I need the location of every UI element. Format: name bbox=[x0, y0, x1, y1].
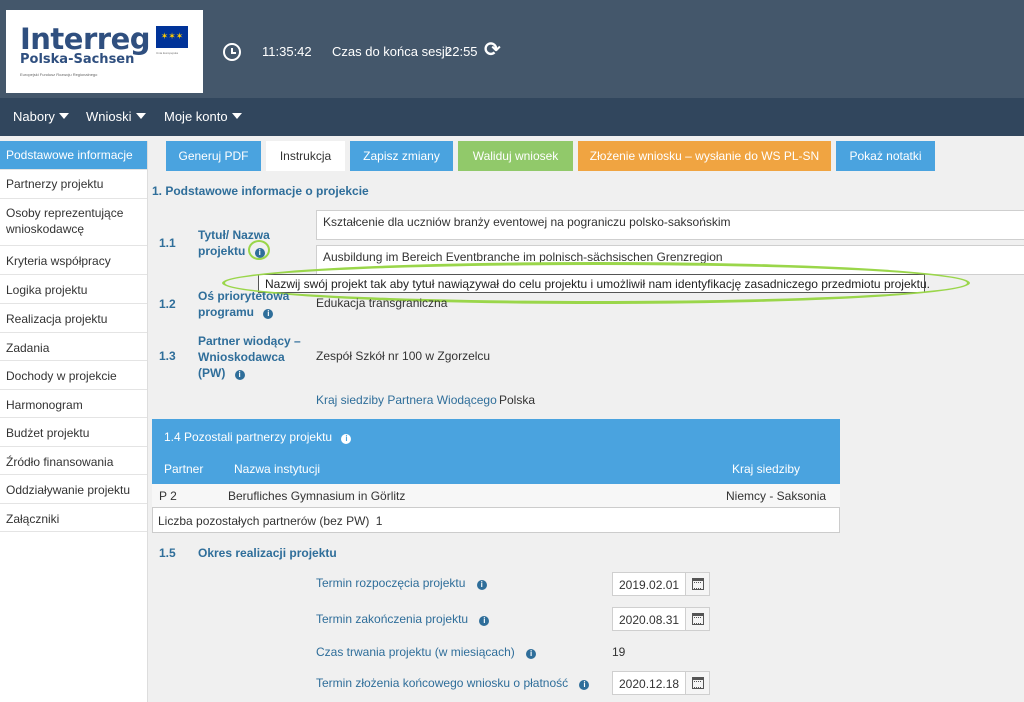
start-date-field[interactable]: 2019.02.01 bbox=[612, 572, 710, 596]
section-number-1-5: 1.5 bbox=[159, 546, 176, 560]
calendar-icon[interactable] bbox=[685, 608, 709, 630]
sidebar-item-budzet[interactable]: Budżet projektu bbox=[0, 418, 147, 447]
eu-label: Unia Europejska bbox=[156, 51, 179, 55]
submit-application-button[interactable]: Złożenie wniosku – wysłanie do WS PL-SN bbox=[578, 141, 831, 171]
clock-time: 11:35:42 bbox=[262, 44, 312, 59]
sidebar-item-zadania[interactable]: Zadania bbox=[0, 333, 147, 361]
instruction-button[interactable]: Instrukcja bbox=[266, 141, 345, 171]
nav-nabory[interactable]: Nabory bbox=[13, 109, 69, 124]
caret-down-icon bbox=[231, 113, 242, 119]
save-button[interactable]: Zapisz zmiany bbox=[350, 141, 453, 171]
calendar-icon[interactable] bbox=[685, 672, 709, 694]
info-icon[interactable]: i bbox=[479, 616, 490, 626]
sidebar-item-podstawowe-informacje[interactable]: Podstawowe informacje bbox=[0, 141, 147, 170]
partners-table-header: 1.4 Pozostali partnerzy projektu i Partn… bbox=[152, 419, 840, 484]
info-icon[interactable]: i bbox=[526, 649, 537, 659]
info-icon[interactable]: i bbox=[263, 309, 274, 319]
duration-label: Czas trwania projektu (w miesiącach) i bbox=[316, 645, 537, 659]
period-title: Okres realizacji projektu bbox=[198, 546, 337, 560]
info-icon[interactable]: i bbox=[234, 370, 245, 380]
sidebar-item-partnerzy[interactable]: Partnerzy projektu bbox=[0, 170, 147, 199]
sidebar-item-harmonogram[interactable]: Harmonogram bbox=[0, 390, 147, 418]
col-header-country: Kraj siedziby bbox=[732, 462, 801, 476]
show-notes-button[interactable]: Pokaż notatki bbox=[836, 141, 935, 171]
sidebar-item-logika[interactable]: Logika projektu bbox=[0, 275, 147, 304]
start-date-label: Termin rozpoczęcia projektu i bbox=[316, 576, 487, 590]
priority-axis-label: Oś priorytetowa programu i bbox=[198, 289, 290, 319]
info-highlight-circle bbox=[248, 240, 270, 260]
sidebar-item-dochody[interactable]: Dochody w projekcie bbox=[0, 361, 147, 390]
refresh-icon[interactable]: ⟳ bbox=[484, 40, 501, 60]
sidebar-item-osoby[interactable]: Osoby reprezentujące wnioskodawcę bbox=[0, 199, 147, 246]
logo-subtitle: Polska-Sachsen bbox=[20, 52, 135, 67]
partners-section-title: 1.4 Pozostali partnerzy projektu bbox=[164, 430, 333, 444]
info-icon[interactable]: i bbox=[579, 680, 590, 690]
section-title: 1. Podstawowe informacje o projekcie bbox=[152, 184, 369, 198]
generate-pdf-button[interactable]: Generuj PDF bbox=[166, 141, 261, 171]
info-icon[interactable]: i bbox=[341, 434, 352, 444]
logo-tagline: Europejski Fundusz Rozwoju Regionalnego bbox=[20, 72, 98, 77]
priority-axis-value: Edukacja transgraniczna bbox=[316, 296, 448, 310]
clock-icon bbox=[223, 43, 241, 61]
main-nav: Nabory Wnioski Moje konto bbox=[0, 98, 1024, 136]
logo-title: Interreg bbox=[20, 22, 151, 56]
validate-button[interactable]: Waliduj wniosek bbox=[458, 141, 573, 171]
col-header-name: Nazwa instytucji bbox=[234, 462, 321, 476]
duration-value: 19 bbox=[612, 645, 626, 659]
calendar-icon[interactable] bbox=[685, 573, 709, 595]
session-time: 22:55 bbox=[445, 44, 478, 59]
sidebar-item-realizacja[interactable]: Realizacja projektu bbox=[0, 304, 147, 333]
final-payment-date-field[interactable]: 2020.12.18 bbox=[612, 671, 710, 695]
nav-wnioski[interactable]: Wnioski bbox=[86, 109, 146, 124]
sidebar-item-zalaczniki[interactable]: Załączniki bbox=[0, 504, 147, 532]
sidebar-item-kryteria[interactable]: Kryteria współpracy bbox=[0, 246, 147, 275]
caret-down-icon bbox=[58, 113, 69, 119]
col-header-partner: Partner bbox=[164, 462, 204, 476]
title-pl-input[interactable]: Kształcenie dla uczniów branży eventowej… bbox=[316, 210, 1024, 240]
lead-partner-value: Zespół Szkół nr 100 w Zgorzelcu bbox=[316, 349, 491, 363]
row-country: Niemcy - Saksonia bbox=[726, 489, 827, 503]
row-partner: P 2 bbox=[159, 489, 177, 503]
final-payment-date-label: Termin złożenia końcowego wniosku o płat… bbox=[316, 676, 590, 690]
eu-flag-icon: ✶✶✶ bbox=[156, 26, 188, 48]
row-name: Berufliches Gymnasium in Görlitz bbox=[228, 489, 406, 503]
partner-count: Liczba pozostałych partnerów (bez PW) 1 bbox=[158, 514, 383, 528]
table-row[interactable]: P 2 Berufliches Gymnasium in Görlitz Nie… bbox=[152, 484, 840, 508]
app-header: Interreg Polska-Sachsen Europejski Fundu… bbox=[0, 0, 1024, 98]
lead-partner-label: Partner wiodący – Wnioskodawca (PW) i bbox=[198, 334, 301, 380]
caret-down-icon bbox=[135, 113, 146, 119]
session-label: Czas do końca sesji: bbox=[332, 44, 452, 59]
info-icon[interactable]: i bbox=[476, 580, 487, 590]
lead-partner-country-label: Kraj siedziby Partnera Wiodącego bbox=[316, 393, 497, 407]
sidebar: Podstawowe informacje Partnerzy projektu… bbox=[0, 141, 148, 702]
sidebar-item-oddzialywanie[interactable]: Oddziaływanie projektu bbox=[0, 475, 147, 504]
section-number-1-3: 1.3 bbox=[159, 349, 176, 363]
section-number-1-1: 1.1 bbox=[159, 236, 176, 250]
end-date-label: Termin zakończenia projektu i bbox=[316, 612, 490, 626]
end-date-field[interactable]: 2020.08.31 bbox=[612, 607, 710, 631]
logo: Interreg Polska-Sachsen Europejski Fundu… bbox=[6, 10, 203, 93]
nav-moje-konto[interactable]: Moje konto bbox=[164, 109, 242, 124]
lead-partner-country-value: Polska bbox=[499, 393, 536, 407]
sidebar-item-zrodlo[interactable]: Źródło finansowania bbox=[0, 447, 147, 475]
section-number-1-2: 1.2 bbox=[159, 297, 176, 311]
